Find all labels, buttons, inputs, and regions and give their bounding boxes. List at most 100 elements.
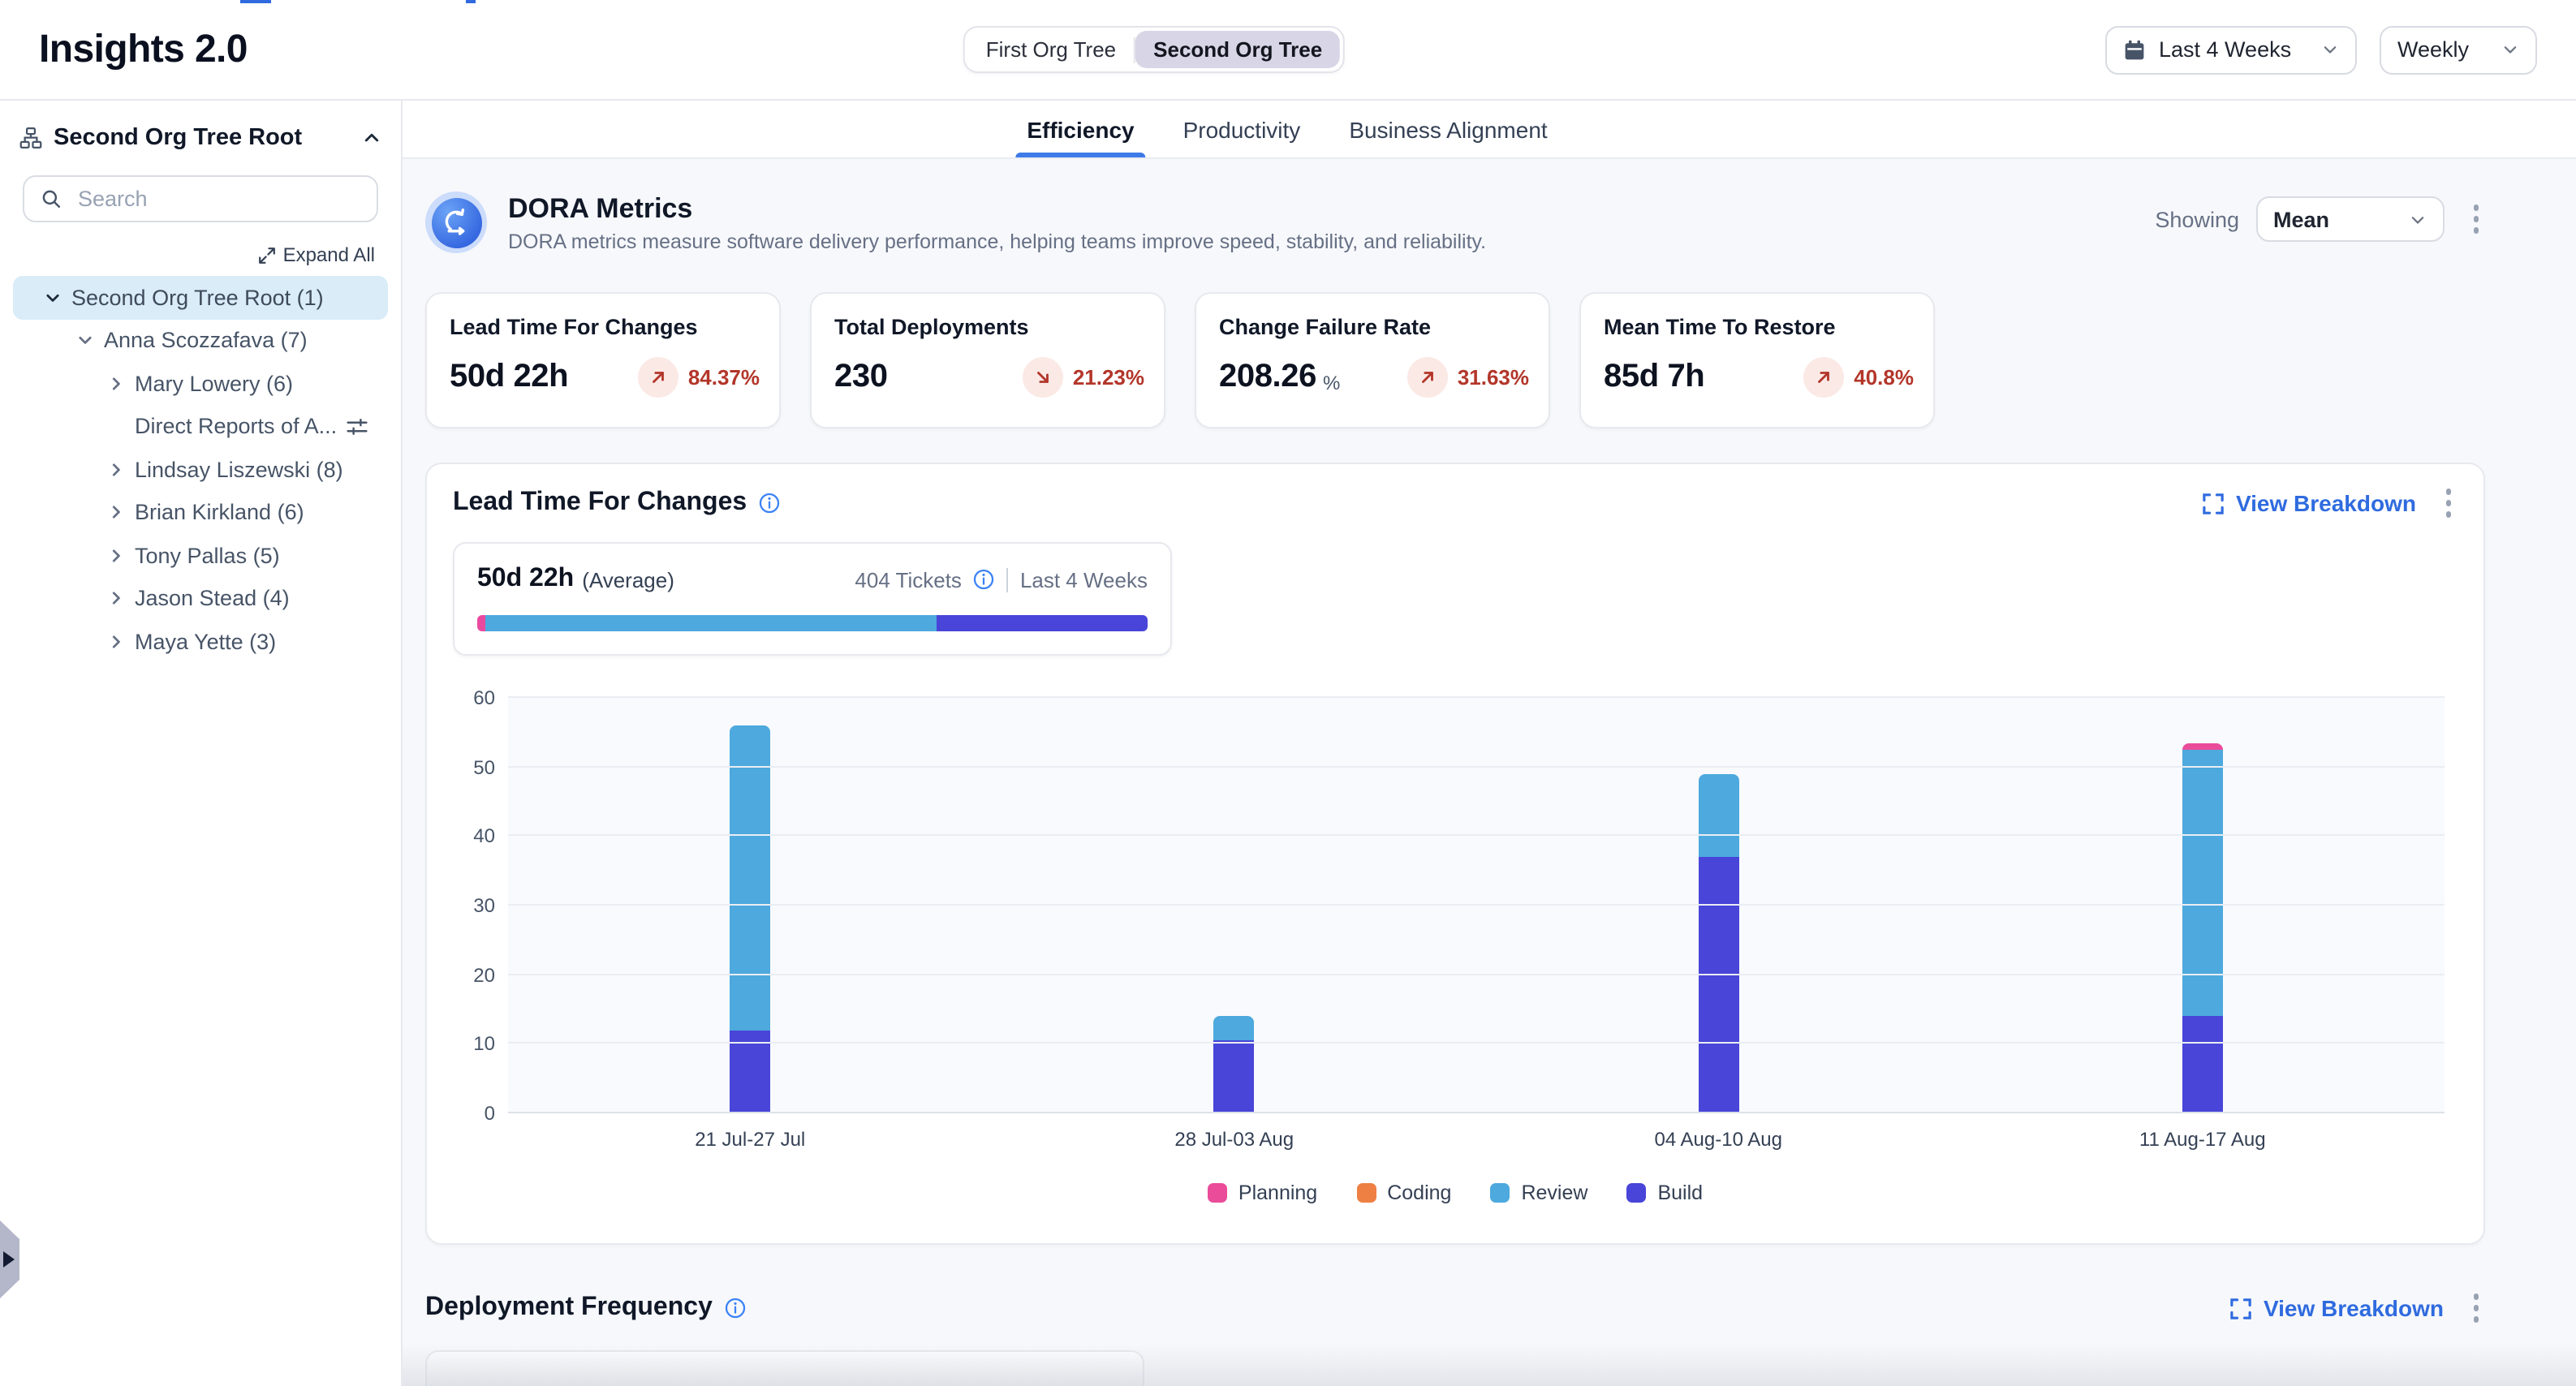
chevron-down-icon[interactable] — [44, 289, 62, 307]
info-icon[interactable] — [758, 492, 781, 514]
trend-up-icon — [1803, 357, 1844, 398]
legend-swatch — [1208, 1183, 1227, 1203]
dora-header: DORA Metrics DORA metrics measure softwa… — [425, 192, 2485, 253]
metric-value: 230 — [834, 359, 888, 396]
chart-legend: Planning Coding Review Build — [453, 1182, 2458, 1204]
metric-card: Lead Time For Changes50d 22h84.37% — [425, 292, 781, 428]
aggregation-value: Mean — [2273, 207, 2395, 231]
expand-corners-icon — [2231, 1298, 2252, 1319]
stacked-bar[interactable] — [1214, 1017, 1255, 1113]
sidebar-search — [23, 175, 378, 222]
chevron-right-icon[interactable] — [107, 590, 125, 608]
gridline — [508, 904, 2445, 906]
tree-item[interactable]: Tony Pallas (5) — [13, 534, 388, 577]
bar-segment-planning — [2182, 743, 2223, 751]
chevron-right-icon[interactable] — [107, 461, 125, 479]
tree-item[interactable]: Jason Stead (4) — [13, 577, 388, 620]
tree-item[interactable]: Maya Yette (3) — [13, 620, 388, 663]
org-toggle-second[interactable]: Second Org Tree — [1135, 31, 1340, 68]
trend-value: 40.8% — [1854, 365, 1914, 390]
chevron-down-icon — [2408, 210, 2426, 228]
stacked-bar[interactable] — [2182, 743, 2223, 1114]
chevron-right-icon[interactable] — [107, 375, 125, 393]
tree-item[interactable]: Direct Reports of A... — [13, 405, 388, 448]
x-axis-label: 11 Aug-17 Aug — [1961, 1128, 2445, 1151]
deployment-card-partial — [425, 1350, 1144, 1386]
tree-item[interactable]: Second Org Tree Root (1) — [13, 276, 388, 319]
tree-item-label: Second Org Tree Root (1) — [71, 286, 324, 310]
search-icon — [41, 188, 62, 209]
tab-efficiency[interactable]: Efficiency — [1027, 101, 1134, 157]
collapse-sidebar-icon[interactable] — [362, 128, 381, 148]
average-value: 50d 22h — [477, 565, 574, 594]
trend-value: 31.63% — [1458, 365, 1529, 390]
average-label: (Average) — [582, 567, 674, 592]
legend-label: Build — [1657, 1182, 1703, 1204]
tree-item[interactable]: Brian Kirkland (6) — [13, 491, 388, 534]
expand-arrows-icon — [259, 246, 277, 264]
tree-item[interactable]: Mary Lowery (6) — [13, 362, 388, 405]
aggregation-select[interactable]: Mean — [2255, 196, 2444, 242]
expand-all-button[interactable]: Expand All — [26, 243, 375, 266]
showing-controls: Showing Mean — [2155, 196, 2485, 242]
tree-item-label: Anna Scozzafava (7) — [104, 329, 308, 353]
granularity-select[interactable]: Weekly — [2380, 25, 2537, 74]
legend-item[interactable]: Build — [1626, 1182, 1703, 1204]
header-controls: Last 4 Weeks Weekly — [2105, 25, 2537, 74]
tree-item[interactable]: Lindsay Liszewski (8) — [13, 448, 388, 491]
legend-item[interactable]: Coding — [1356, 1182, 1451, 1204]
date-range-select[interactable]: Last 4 Weeks — [2105, 25, 2357, 74]
chevron-down-icon[interactable] — [76, 332, 94, 350]
chart-bar-slot — [1961, 698, 2445, 1113]
tree-item-label: Direct Reports of A... — [135, 415, 337, 439]
legend-item[interactable]: Review — [1490, 1182, 1587, 1204]
metric-cards: Lead Time For Changes50d 22h84.37%Total … — [425, 292, 2485, 428]
average-stacked-bar — [477, 615, 1148, 631]
info-icon[interactable] — [724, 1297, 747, 1319]
org-chart-icon — [19, 127, 42, 149]
search-input[interactable] — [75, 185, 368, 213]
gridline — [508, 973, 2445, 975]
tickets-count: 404 Tickets — [855, 567, 962, 592]
tab-productivity[interactable]: Productivity — [1183, 101, 1301, 157]
stacked-bar[interactable] — [730, 725, 770, 1113]
showing-label: Showing — [2155, 207, 2239, 231]
avg-bar-segment-review — [485, 615, 937, 631]
trend-value: 21.23% — [1073, 365, 1144, 390]
deployment-section-header: Deployment Frequency View Breakdown — [425, 1287, 2485, 1329]
info-icon[interactable] — [973, 568, 996, 591]
y-axis-tick: 20 — [453, 963, 495, 986]
chevron-down-icon — [2501, 41, 2519, 58]
chevron-right-icon[interactable] — [107, 633, 125, 651]
chevron-right-icon[interactable] — [107, 504, 125, 522]
section-menu-button[interactable] — [2466, 1288, 2485, 1329]
metric-title: Change Failure Rate — [1219, 315, 1529, 339]
stacked-bar[interactable] — [1698, 774, 1738, 1113]
metric-value-suffix: % — [1323, 372, 1340, 394]
top-header: Insights 2.0 First Org Tree Second Org T… — [0, 0, 2576, 101]
y-axis-tick: 10 — [453, 1033, 495, 1056]
legend-item[interactable]: Planning — [1208, 1182, 1317, 1204]
granularity-value: Weekly — [2397, 37, 2488, 62]
view-breakdown-button[interactable]: View Breakdown — [2231, 1295, 2444, 1321]
chart-bar-slot — [993, 698, 1477, 1113]
org-toggle-first[interactable]: First Org Tree — [968, 31, 1134, 68]
section-menu-button[interactable] — [2439, 483, 2458, 524]
tree-item[interactable]: Anna Scozzafava (7) — [13, 319, 388, 362]
legend-swatch — [1356, 1183, 1376, 1203]
tab-business-alignment[interactable]: Business Alignment — [1349, 101, 1547, 157]
metric-card: Mean Time To Restore85d 7h40.8% — [1579, 292, 1935, 428]
tree-item-label: Brian Kirkland (6) — [135, 501, 304, 525]
dora-menu-button[interactable] — [2466, 199, 2485, 240]
y-axis-tick: 30 — [453, 894, 495, 917]
filter-icon[interactable] — [346, 415, 368, 438]
org-tree-sidebar: Second Org Tree Root Expand All Second O… — [0, 101, 403, 1386]
view-breakdown-button[interactable]: View Breakdown — [2203, 490, 2416, 516]
bar-segment-review — [1698, 774, 1738, 857]
tab-bar: Efficiency Productivity Business Alignment — [403, 101, 2576, 159]
metric-title: Lead Time For Changes — [450, 315, 760, 339]
sidebar-title: Second Org Tree Root — [54, 125, 302, 151]
trend-value: 84.37% — [688, 365, 760, 390]
chevron-right-icon[interactable] — [107, 547, 125, 565]
bar-segment-build — [1698, 857, 1738, 1113]
